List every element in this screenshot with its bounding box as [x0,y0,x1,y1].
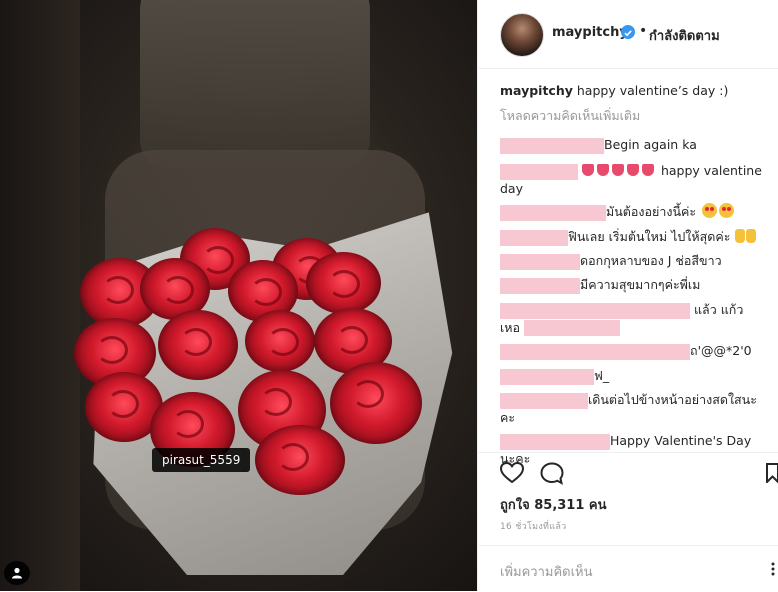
redacted-username [500,163,578,180]
redacted-username [500,277,580,294]
post-photo[interactable]: pirasut_5559 [0,0,477,591]
photo-user-tag[interactable]: pirasut_5559 [152,448,251,472]
comment-text: ฟ_ [594,368,610,383]
car-door [0,0,80,591]
verified-badge-icon [621,25,635,39]
add-comment-input[interactable]: เพิ่มความคิดเห็น [500,561,593,582]
redacted-username [500,253,580,270]
redacted-username [500,392,588,409]
redacted-username [500,343,690,360]
heart-icon[interactable] [499,461,525,488]
ellipsis-icon[interactable] [768,562,778,580]
load-more-comments-link[interactable]: โหลดความคิดเห็นเพิ่มเติม [500,107,770,124]
redacted-username [500,368,594,385]
comment-text: เหอ [500,319,521,335]
comment-item: ฟินเลย เริ่มต้นใหม่ ไปให้สุดค่ะ [500,228,775,246]
caption: maypitchy happy valentine’s day :) [500,82,770,99]
victory-hand-icon [735,229,746,243]
comment-text: มีความสุขมากๆค่ะพี่เม [580,277,701,292]
redacted-username [500,204,606,221]
comment-text: คะ [500,409,516,425]
post-actions [478,452,778,493]
comment-item: Begin again ka [500,136,775,154]
comment-text: แล้ว แก้ว [693,302,744,317]
following-button[interactable]: กำลังติดตาม [649,25,720,46]
redacted-username [500,302,690,319]
redacted-text [524,320,621,336]
comment-icon[interactable] [540,462,564,489]
heart-eyes-emoji-icon [719,203,735,218]
post-side-panel: maypitchy • กำลังติดตาม maypitchy happy … [477,0,778,591]
comment-item: ดอกกุหลาบของ J ช่อสีขาว [500,252,775,270]
comment-text: ดอกกุหลาบของ J ช่อสีขาว [580,253,722,268]
comment-list: maypitchy happy valentine’s day :) โหลดค… [500,82,770,466]
header-separator: • [639,23,648,39]
tulip-emoji-icon [581,163,657,178]
comment-text: Begin again ka [604,137,697,152]
avatar[interactable] [500,13,544,57]
comment-item: ถ'@@*2'0 [500,342,775,360]
comment-text: เดินต่อไปข้างหน้าอย่างสดใสนะ [588,392,757,407]
comment-item: มันต้องอย่างนี้ค่ะ [500,203,775,221]
comment-text: มันต้องอย่างนี้ค่ะ [606,204,697,219]
comment-item: ฟ_ [500,367,775,385]
car-headrest [140,0,370,170]
comment-text: ฟินเลย เริ่มต้นใหม่ ไปให้สุดค่ะ [568,229,731,244]
comment-item: เดินต่อไปข้างหน้าอย่างสดใสนะ คะ [500,391,775,426]
like-count[interactable]: ถูกใจ 85,311 คน [500,494,607,515]
victory-hand-icon [746,229,757,243]
heart-eyes-emoji-icon [702,203,718,218]
comment-item: แล้ว แก้ว เหอ [500,301,775,336]
redacted-username [500,137,604,154]
post-timestamp[interactable]: 16 ชั่วโมงที่แล้ว [500,519,567,533]
caption-text: happy valentine’s day :) [576,83,729,98]
caption-username[interactable]: maypitchy [500,83,573,98]
bookmark-icon[interactable] [766,463,778,487]
add-comment-bar: เพิ่มความคิดเห็น [478,545,778,592]
post-header: maypitchy • กำลังติดตาม [478,0,778,69]
header-username[interactable]: maypitchy [552,25,628,40]
comment-item: happy valentine day [500,162,775,197]
redacted-username [500,433,610,450]
user-icon[interactable] [4,561,30,585]
redacted-username [500,229,568,246]
comment-text: ถ'@@*2'0 [690,343,752,358]
comment-item: มีความสุขมากๆค่ะพี่เม [500,276,775,294]
